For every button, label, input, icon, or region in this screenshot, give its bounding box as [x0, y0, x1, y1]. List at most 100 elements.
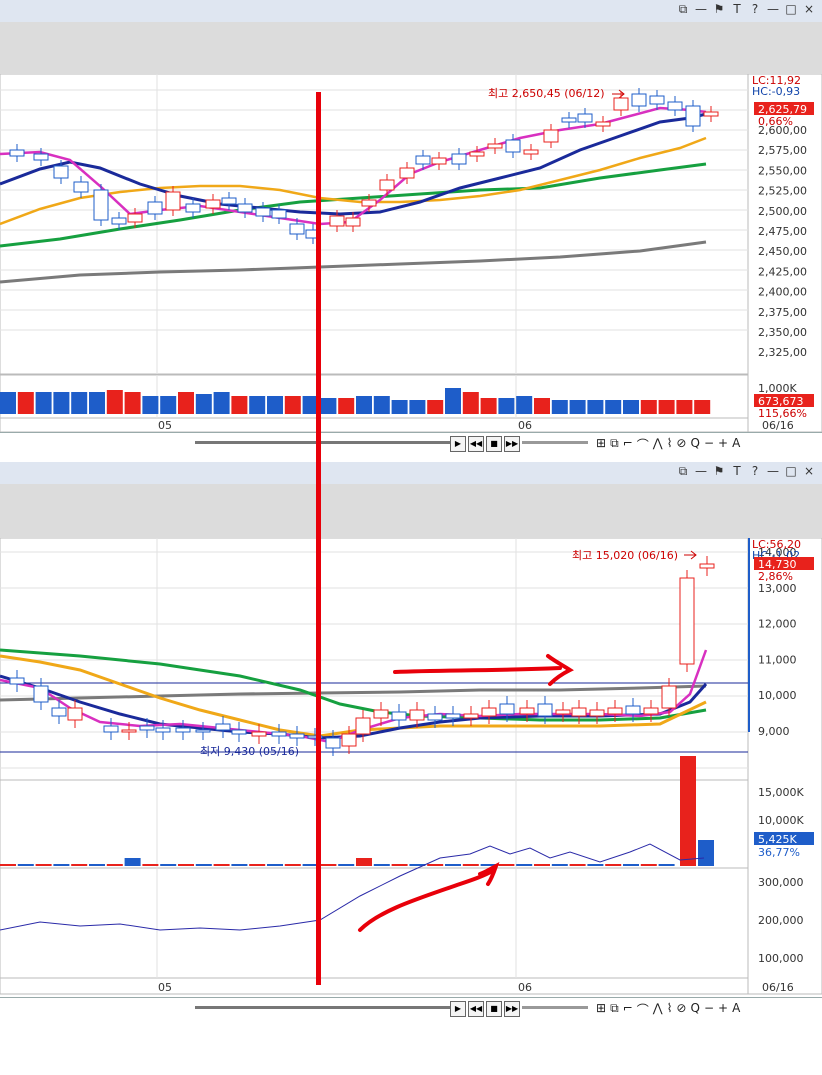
- candle: [103, 725, 119, 733]
- text-icon[interactable]: T: [730, 2, 744, 17]
- volume-bar: [53, 864, 70, 866]
- line-tool-icon[interactable]: ⌐: [623, 436, 633, 453]
- candle: [451, 153, 467, 165]
- zoom-out-icon[interactable]: −: [704, 436, 714, 453]
- minimize-icon[interactable]: —: [694, 2, 708, 17]
- y-tick-label: 2,500,00: [758, 205, 807, 218]
- hc-label: HC:-0,93: [752, 85, 800, 98]
- zoom-in-icon[interactable]: +: [718, 1001, 728, 1018]
- candle: [589, 709, 605, 717]
- volume-bar: [178, 392, 194, 414]
- rewind-icon[interactable]: ◀◀: [468, 436, 484, 452]
- text-icon[interactable]: T: [730, 464, 744, 479]
- candle: [205, 199, 221, 209]
- stop-icon[interactable]: ■: [486, 1001, 502, 1017]
- play-icon[interactable]: ▶: [450, 1001, 466, 1017]
- volume-bar: [17, 392, 34, 414]
- candle: [345, 217, 361, 227]
- y-tick-label: 2,450,00: [758, 245, 807, 258]
- eraser-icon[interactable]: ⊘: [676, 1001, 686, 1018]
- eraser-icon[interactable]: ⊘: [676, 436, 686, 453]
- volume-bar: [35, 392, 52, 414]
- bottom-nav-buttons[interactable]: ▶ ◀◀ ■ ▶▶: [450, 1001, 520, 1017]
- play-icon[interactable]: ▶: [450, 436, 466, 452]
- restore-icon[interactable]: ⧉: [676, 2, 690, 17]
- volume-bar: [106, 390, 123, 414]
- help-icon[interactable]: ?: [748, 464, 762, 479]
- fib-tool-icon[interactable]: ⌇: [667, 436, 673, 453]
- candle: [543, 129, 559, 143]
- top-price-chart[interactable]: 2,600,002,575,002,550,002,525,002,500,00…: [0, 74, 822, 434]
- volume-bar: [391, 400, 408, 414]
- candle: [463, 713, 479, 719]
- bottom-scroll-track[interactable]: [195, 1006, 450, 1009]
- volume-bar: [267, 864, 283, 866]
- fib-tool-icon[interactable]: ⌇: [667, 1001, 673, 1018]
- grid-icon[interactable]: ⊞: [596, 436, 606, 453]
- volume-bar: [338, 398, 355, 414]
- wave-tool-icon[interactable]: ⋀: [653, 1001, 663, 1018]
- bottom-zoom-slider[interactable]: [522, 1006, 588, 1009]
- fast-forward-icon[interactable]: ▶▶: [504, 436, 520, 452]
- stop-icon[interactable]: ■: [486, 436, 502, 452]
- wave-tool-icon[interactable]: ⋀: [653, 436, 663, 453]
- line-tool-icon[interactable]: ⌐: [623, 1001, 633, 1018]
- copy-icon[interactable]: ⧉: [610, 1001, 619, 1018]
- volume-bar: [106, 864, 123, 866]
- zoom-icon[interactable]: Q: [690, 1001, 699, 1018]
- volume-plot-area: [0, 779, 749, 869]
- copy-icon[interactable]: ⧉: [610, 436, 619, 453]
- top-chart-tools[interactable]: ⊞ ⧉ ⌐ ⌒ ⋀ ⌇ ⊘ Q − + A: [596, 436, 740, 453]
- top-scroll-bar[interactable]: ▶ ◀◀ ■ ▶▶ ⊞ ⧉ ⌐ ⌒ ⋀ ⌇ ⊘ Q − + A: [0, 432, 822, 455]
- volume-bar: [178, 864, 194, 866]
- restore-icon[interactable]: ⧉: [676, 464, 690, 479]
- top-nav-buttons[interactable]: ▶ ◀◀ ■ ▶▶: [450, 436, 520, 452]
- grid-icon[interactable]: ⊞: [596, 1001, 606, 1018]
- top-zoom-slider[interactable]: [522, 441, 588, 444]
- bottom-price-chart[interactable]: 14,00013,00012,00011,00010,0009,000LC:56…: [0, 538, 822, 1075]
- zoom-in-icon[interactable]: +: [718, 436, 728, 453]
- candle: [355, 717, 371, 735]
- candle: [373, 709, 389, 719]
- candle: [289, 223, 305, 235]
- max-icon[interactable]: □: [784, 2, 798, 17]
- volume-bar: [267, 396, 283, 414]
- zoom-out-icon[interactable]: −: [704, 1001, 714, 1018]
- y-tick-label: 2,525,00: [758, 185, 807, 198]
- volume-bar: [427, 400, 444, 414]
- max-icon[interactable]: □: [784, 464, 798, 479]
- close-icon[interactable]: ×: [802, 464, 816, 479]
- min-icon[interactable]: —: [766, 2, 780, 17]
- volume-bar: [195, 864, 212, 866]
- candle: [361, 199, 377, 207]
- rewind-icon[interactable]: ◀◀: [468, 1001, 484, 1017]
- candle: [51, 707, 67, 717]
- candle: [73, 181, 89, 193]
- volume-bar: [284, 396, 301, 414]
- volume-bar: [694, 400, 711, 414]
- bottom-chart-tools[interactable]: ⊞ ⧉ ⌐ ⌒ ⋀ ⌇ ⊘ Q − + A: [596, 1001, 740, 1018]
- zoom-icon[interactable]: Q: [690, 436, 699, 453]
- help-icon[interactable]: ?: [748, 2, 762, 17]
- min-icon[interactable]: —: [766, 464, 780, 479]
- fast-forward-icon[interactable]: ▶▶: [504, 1001, 520, 1017]
- candle: [487, 143, 503, 149]
- text-tool-icon[interactable]: A: [732, 1001, 740, 1018]
- curve-tool-icon[interactable]: ⌒: [637, 1001, 649, 1018]
- volume-bar: [391, 864, 408, 866]
- volume-bar: [338, 864, 355, 866]
- volume-bar: [17, 864, 34, 866]
- pin-icon[interactable]: ⚑: [712, 464, 726, 479]
- candle: [271, 209, 287, 219]
- volume-bar: [284, 864, 301, 866]
- text-tool-icon[interactable]: A: [732, 436, 740, 453]
- minimize-icon[interactable]: —: [694, 464, 708, 479]
- pin-icon[interactable]: ⚑: [712, 2, 726, 17]
- candle: [505, 139, 521, 153]
- close-icon[interactable]: ×: [802, 2, 816, 17]
- curve-tool-icon[interactable]: ⌒: [637, 436, 649, 453]
- volume-bar: [53, 392, 70, 414]
- bottom-scroll-bar[interactable]: ▶ ◀◀ ■ ▶▶ ⊞ ⧉ ⌐ ⌒ ⋀ ⌇ ⊘ Q − + A: [0, 997, 822, 1020]
- volume-bar: [320, 398, 337, 414]
- top-scroll-track[interactable]: [195, 441, 450, 444]
